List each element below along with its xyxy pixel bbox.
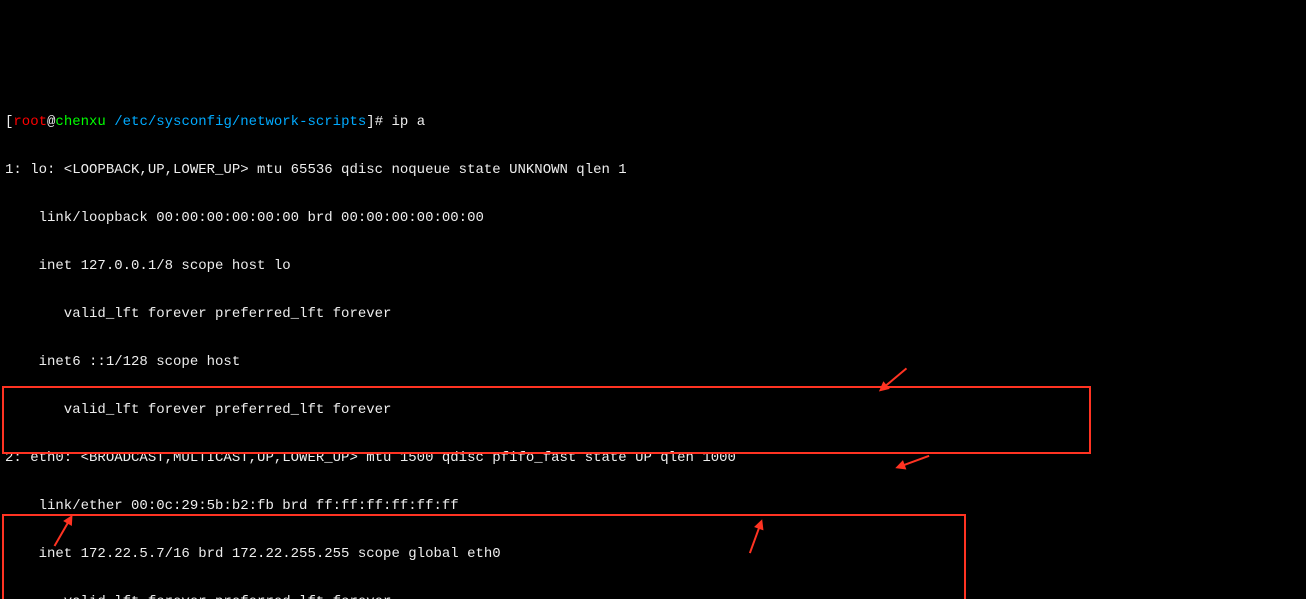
highlight-box-slaves [2,386,1091,454]
prompt-command: ip a [392,114,426,130]
prompt-user: root [13,114,47,130]
output-line: valid_lft forever preferred_lft forever [5,402,1301,418]
output-line: link/loopback 00:00:00:00:00:00 brd 00:0… [5,210,1301,226]
arrow-icon [883,368,907,389]
terminal[interactable]: [root@chenxu /etc/sysconfig/network-scri… [0,80,1306,599]
output-line: 2: eth0: <BROADCAST,MULTICAST,UP,LOWER_U… [5,450,1301,466]
output-line: link/ether 00:0c:29:5b:b2:fb brd ff:ff:f… [5,498,1301,514]
output-line: inet 127.0.0.1/8 scope host lo [5,258,1301,274]
output-line: valid_lft forever preferred_lft forever [5,306,1301,322]
prompt-path: /etc/sysconfig/network-scripts [106,114,366,130]
prompt-host: chenxu [55,114,105,130]
bracket-close: ]# [366,114,391,130]
output-line: inet 172.22.5.7/16 brd 172.22.255.255 sc… [5,546,1301,562]
output-line: inet6 ::1/128 scope host [5,354,1301,370]
output-line: valid_lft forever preferred_lft forever [5,594,1301,599]
arrow-icon [54,520,71,547]
prompt-line-1: [root@chenxu /etc/sysconfig/network-scri… [5,114,1301,130]
output-line: 1: lo: <LOOPBACK,UP,LOWER_UP> mtu 65536 … [5,162,1301,178]
